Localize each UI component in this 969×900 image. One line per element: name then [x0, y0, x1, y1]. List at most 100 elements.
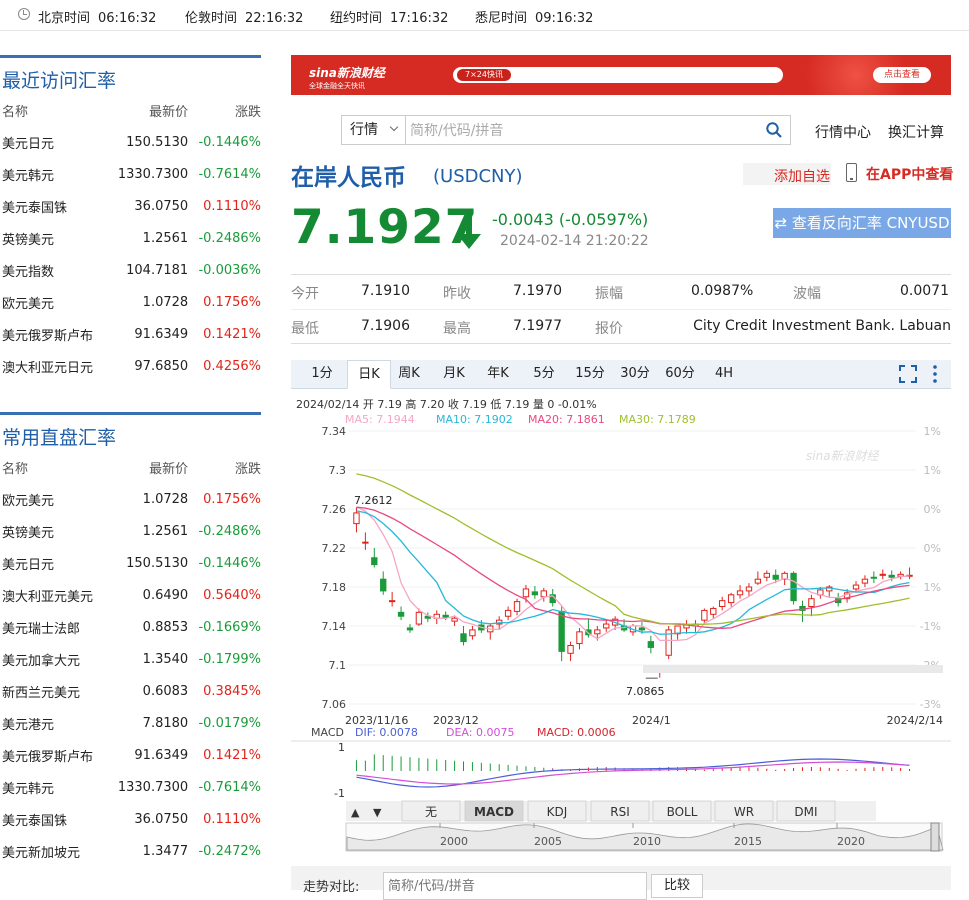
rate-price: 36.0750: [134, 198, 189, 214]
rate-row[interactable]: 美元日元 150.5130 -0.1446%: [0, 126, 261, 158]
period-tab[interactable]: 5分: [529, 360, 559, 388]
rate-change: -0.0036%: [198, 262, 261, 278]
rate-row[interactable]: 美元瑞士法郎 0.8853 -0.1669%: [0, 611, 261, 643]
rate-row[interactable]: 英镑美元 1.2561 -0.2486%: [0, 515, 261, 547]
rate-row[interactable]: 美元港元 7.8180 -0.0179%: [0, 707, 261, 739]
candle-body: [763, 572, 770, 578]
clock-newyork: 纽约时间 17:16:32: [330, 11, 449, 26]
rate-row[interactable]: 美元俄罗斯卢布 91.6349 0.1421%: [0, 318, 261, 350]
rate-change: -0.0179%: [198, 715, 261, 731]
banner-logo: sina新浪财经 全球金融全天快讯: [309, 66, 385, 90]
y-tick-label: 7.1: [329, 659, 347, 672]
clock-sydney: 悉尼时间 09:16:32: [475, 11, 594, 26]
rate-row[interactable]: 美元日元 150.5130 -0.1446%: [0, 547, 261, 579]
period-tab[interactable]: 4H: [709, 360, 739, 388]
fullscreen-icon[interactable]: [899, 365, 917, 383]
rate-row[interactable]: 美元泰国铢 36.0750 0.1110%: [0, 803, 261, 835]
open-value: 7.1910: [361, 283, 410, 299]
rate-price: 91.6349: [134, 326, 189, 342]
indicator-tab-label: WR: [734, 805, 754, 819]
quote-search: 行情: [341, 115, 791, 145]
max-price-label: 7.2612: [354, 494, 393, 507]
period-tab[interactable]: 周K: [394, 360, 424, 388]
kline-chart-svg: 2024/02/14 开 7.19 高 7.20 收 7.19 低 7.19 量…: [291, 397, 951, 852]
candle-body: [745, 586, 753, 592]
rate-change: -0.7614%: [198, 166, 261, 182]
period-tab[interactable]: 30分: [618, 360, 652, 388]
timeline-year-label: 2000: [440, 835, 468, 848]
compare-button[interactable]: 比较: [651, 874, 703, 898]
rate-name: 美元俄罗斯卢布: [2, 328, 94, 344]
rate-row[interactable]: 澳大利亚元美元 0.6490 0.5640%: [0, 579, 261, 611]
period-tab[interactable]: 年K: [483, 360, 513, 388]
low-label: 最低: [291, 321, 319, 337]
period-tab[interactable]: 日K: [347, 360, 391, 389]
candle-body: [710, 607, 717, 615]
search-type-select[interactable]: 行情: [342, 116, 406, 144]
price-range-strip: [643, 665, 943, 673]
more-icon[interactable]: [931, 364, 939, 384]
rate-change: 0.3845%: [203, 683, 261, 699]
indicator-tab-label: 无: [425, 805, 437, 819]
period-tab[interactable]: 1分: [307, 360, 337, 388]
macd-tick: -1: [334, 787, 345, 800]
search-icon[interactable]: [766, 122, 782, 138]
rate-change: -0.2486%: [198, 523, 261, 539]
period-tab[interactable]: 15分: [573, 360, 607, 388]
arrow-down-icon: [457, 212, 481, 249]
rate-price: 1330.7300: [117, 166, 189, 182]
rate-change: -0.1799%: [198, 651, 261, 667]
dea-label: DEA: 0.0075: [446, 726, 514, 739]
rate-name: 美元俄罗斯卢布: [2, 749, 94, 765]
compare-input[interactable]: [383, 872, 647, 900]
rate-row[interactable]: 美元韩元 1330.7300 -0.7614%: [0, 771, 261, 803]
rate-change: 0.1110%: [203, 198, 261, 214]
rate-row[interactable]: 美元泰国铢 36.0750 0.1110%: [0, 190, 261, 222]
rate-row[interactable]: 美元指数 104.7181 -0.0036%: [0, 254, 261, 286]
rate-row[interactable]: 欧元美元 1.0728 0.1756%: [0, 286, 261, 318]
period-tab[interactable]: 60分: [663, 360, 697, 388]
rate-name: 美元韩元: [2, 168, 55, 184]
rate-row[interactable]: 美元韩元 1330.7300 -0.7614%: [0, 158, 261, 190]
candle-body: [460, 633, 467, 643]
candle-body: [638, 627, 646, 631]
down-arrow-icon: ▼: [373, 806, 382, 819]
candle-body: [719, 600, 726, 607]
candle-body: [861, 578, 869, 584]
rate-change: -0.2486%: [198, 230, 261, 246]
pct-tick-label: 1%: [924, 581, 941, 594]
rate-price: 150.5130: [126, 555, 189, 571]
stats-row: 最低 7.1906 最高 7.1977 报价 City Credit Inves…: [291, 309, 951, 343]
timeline-handle[interactable]: [930, 822, 940, 852]
add-favorite-button[interactable]: 添加自选: [743, 163, 831, 185]
direct-rates-title: 常用直盘汇率: [2, 427, 117, 449]
column-header: 最新价: [149, 104, 189, 120]
exchange-calc-link[interactable]: 换汇计算: [888, 122, 944, 142]
rate-price: 1.2561: [142, 230, 189, 246]
rate-row[interactable]: 美元俄罗斯卢布 91.6349 0.1421%: [0, 739, 261, 771]
rate-row[interactable]: 新西兰元美元 0.6083 0.3845%: [0, 675, 261, 707]
period-tab[interactable]: 月K: [439, 360, 469, 388]
banner-view-button[interactable]: 点击查看: [873, 67, 931, 83]
rate-row[interactable]: 美元加拿大元 1.3540 -0.1799%: [0, 643, 261, 675]
search-input[interactable]: [408, 118, 752, 144]
view-in-app-link[interactable]: 在APP中查看: [866, 164, 953, 184]
kline-chart[interactable]: 2024/02/14 开 7.19 高 7.20 收 7.19 低 7.19 量…: [291, 388, 951, 858]
ad-banner[interactable]: sina新浪财经 全球金融全天快讯 7×24快讯 点击查看: [291, 55, 951, 95]
rate-row[interactable]: 英镑美元 1.2561 -0.2486%: [0, 222, 261, 254]
dif-line: [356, 758, 910, 788]
timeline-year-label: 2015: [734, 835, 762, 848]
rate-row[interactable]: 美元新加坡元 1.3477 -0.2472%: [0, 835, 261, 867]
rate-price: 0.8853: [142, 619, 189, 635]
rate-row[interactable]: 澳大利亚元日元 97.6850 0.4256%: [0, 350, 261, 382]
x-tick-label: 2024/1: [632, 714, 671, 727]
ma20-line: [356, 506, 910, 629]
rate-row[interactable]: 欧元美元 1.0728 0.1756%: [0, 483, 261, 515]
rate-price: 7.8180: [142, 715, 189, 731]
rate-price: 1330.7300: [117, 779, 189, 795]
reverse-rate-button[interactable]: ⇄ 查看反向汇率 CNYUSD: [773, 208, 951, 238]
candle-body: [879, 573, 886, 576]
macd-value-label: MACD: 0.0006: [537, 726, 616, 739]
y-tick-label: 7.06: [322, 698, 347, 711]
market-center-link[interactable]: 行情中心: [815, 122, 871, 142]
